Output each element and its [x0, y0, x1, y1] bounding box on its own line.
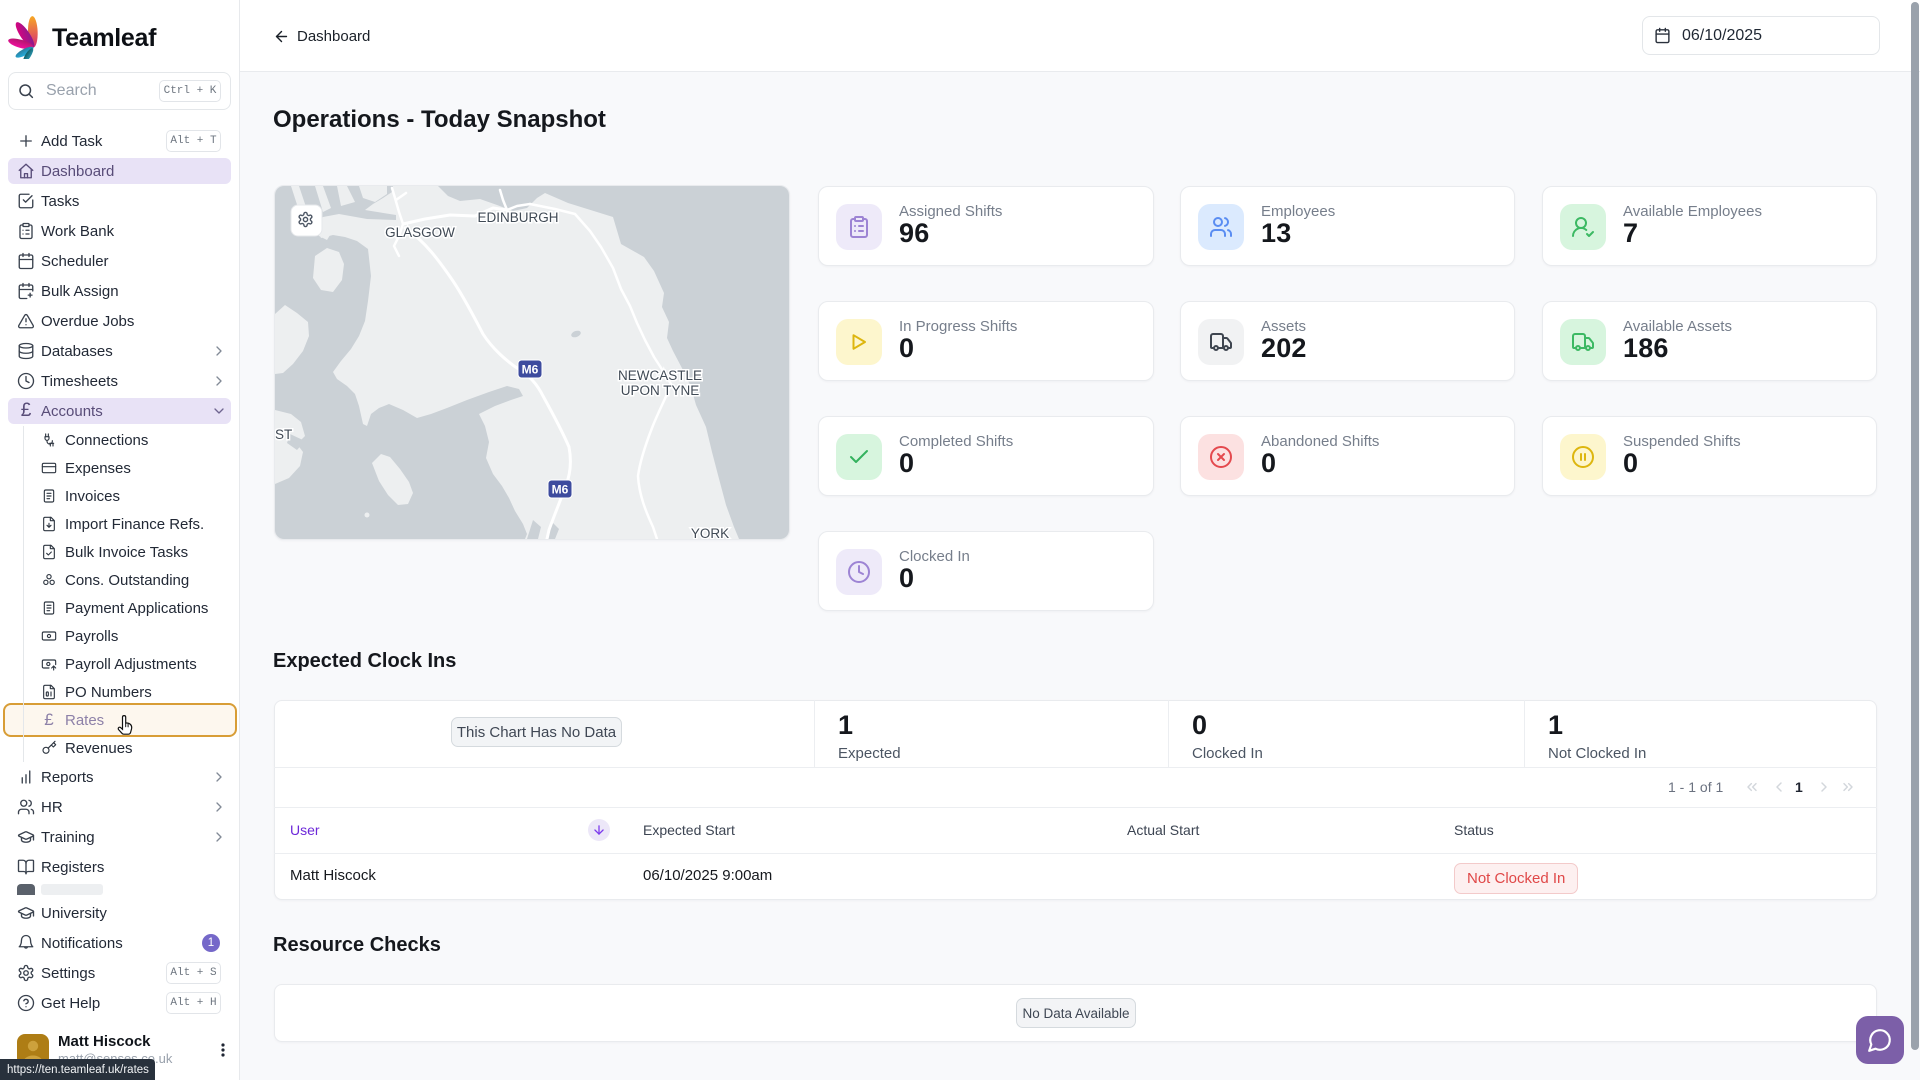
svg-text:ST: ST — [275, 427, 292, 442]
svg-text:EDINBURGH: EDINBURGH — [477, 210, 558, 225]
svg-text:M6: M6 — [522, 363, 539, 377]
svg-text:NEWCASTLE: NEWCASTLE — [618, 368, 702, 383]
svg-text:GLASGOW: GLASGOW — [385, 225, 455, 240]
svg-text:M6: M6 — [552, 483, 569, 497]
svg-text:YORK: YORK — [691, 526, 729, 539]
svg-text:UPON TYNE: UPON TYNE — [621, 383, 700, 398]
